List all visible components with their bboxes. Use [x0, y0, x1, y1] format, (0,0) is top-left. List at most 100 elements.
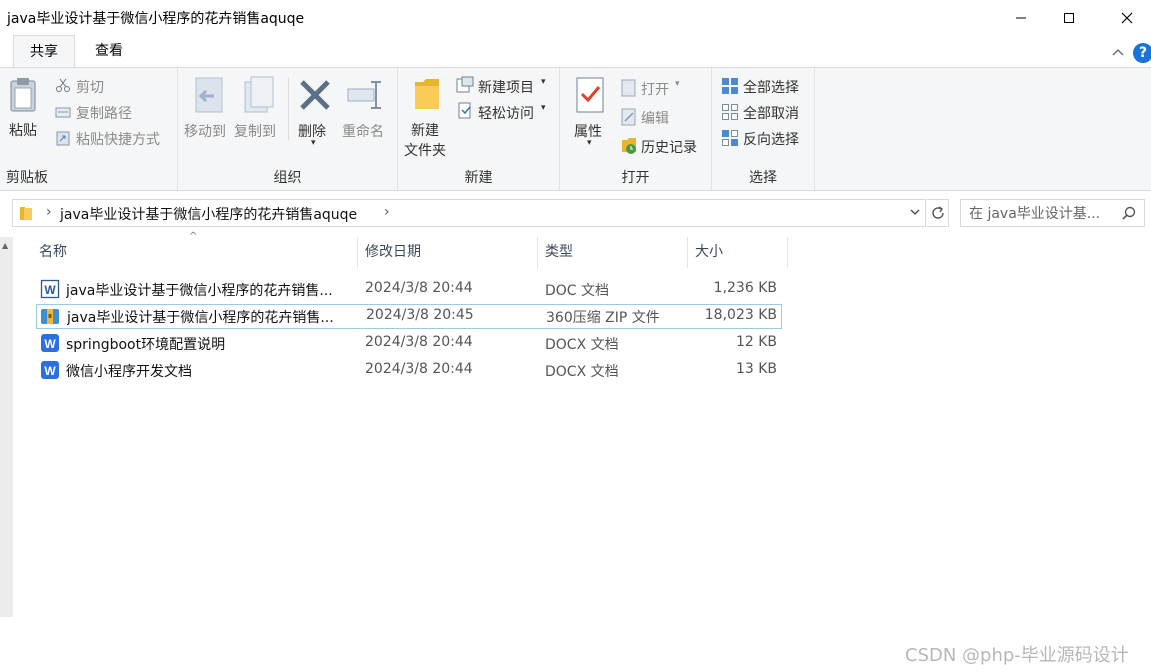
- paste-button[interactable]: 粘贴: [9, 120, 37, 140]
- navigation-pane-scrollbar[interactable]: ▲: [0, 237, 13, 617]
- close-button[interactable]: [1103, 0, 1151, 35]
- properties-icon: [576, 77, 604, 113]
- new-item-button[interactable]: 新建项目: [478, 77, 534, 97]
- file-size: 13 KB: [735, 361, 777, 377]
- search-box[interactable]: [960, 199, 1145, 227]
- clipboard-group-label: 剪贴板: [6, 170, 48, 186]
- invert-selection-button[interactable]: 反向选择: [743, 129, 799, 149]
- easy-access-icon: [458, 102, 471, 119]
- help-icon[interactable]: ?: [1133, 43, 1151, 63]
- wps-doc-icon: W: [41, 361, 59, 379]
- minimize-icon: [1016, 17, 1026, 18]
- open-icon: [621, 79, 636, 97]
- rename-button[interactable]: 重命名: [342, 121, 384, 141]
- address-bar[interactable]: › java毕业设计基于微信小程序的花卉销售aquqe ›: [12, 199, 926, 227]
- file-row[interactable]: W java毕业设计基于微信小程序的花卉销售... 2024/3/8 20:44…: [36, 277, 782, 302]
- search-icon[interactable]: [1121, 205, 1137, 221]
- svg-text:W: W: [44, 337, 56, 351]
- wps-doc-icon: W: [41, 334, 59, 352]
- close-icon: [1121, 12, 1133, 23]
- copy-to-icon: [244, 76, 274, 113]
- easy-access-button[interactable]: 轻松访问: [478, 103, 534, 123]
- file-name: java毕业设计基于微信小程序的花卉销售...: [66, 283, 333, 299]
- new-item-icon: [456, 76, 474, 93]
- file-name: springboot环境配置说明: [66, 337, 226, 353]
- zip-archive-icon: [41, 309, 59, 324]
- history-button[interactable]: 历史记录: [641, 137, 697, 157]
- copy-to-button[interactable]: 复制到: [234, 121, 276, 141]
- paste-icon: [10, 78, 36, 112]
- scroll-up-arrow-icon[interactable]: ▲: [2, 241, 8, 250]
- refresh-button[interactable]: [927, 199, 949, 227]
- move-to-button[interactable]: 移动到: [184, 121, 226, 141]
- svg-text:W: W: [44, 283, 56, 297]
- delete-dropdown-icon[interactable]: ▾: [311, 138, 316, 148]
- new-folder-label-2[interactable]: 文件夹: [404, 140, 446, 160]
- breadcrumb-folder[interactable]: java毕业设计基于微信小程序的花卉销售aquqe: [60, 204, 357, 224]
- window-title: java毕业设计基于微信小程序的花卉销售aquqe: [7, 11, 305, 27]
- maximize-icon: [1064, 12, 1074, 23]
- tab-view[interactable]: 查看: [79, 35, 139, 68]
- ribbon: 粘贴 剪切 复制路径 粘贴快捷方式 剪贴板 移动到 复制到 删除 ▾ 重命名 组…: [0, 67, 1151, 191]
- file-type: DOCX 文档: [545, 337, 619, 353]
- new-folder-label-1[interactable]: 新建: [411, 120, 439, 140]
- maximize-button[interactable]: [1045, 0, 1093, 35]
- file-row[interactable]: W springboot环境配置说明 2024/3/8 20:44 DOCX 文…: [36, 331, 782, 356]
- organize-group-label: 组织: [273, 170, 302, 186]
- rename-icon: [347, 81, 381, 109]
- properties-dropdown-icon[interactable]: ▾: [587, 138, 592, 148]
- refresh-icon: [931, 206, 944, 219]
- open-group: 属性 ▾ 打开 ▾ 编辑 历史记录 打开: [560, 68, 712, 190]
- select-group-label: 选择: [749, 170, 777, 186]
- file-date: 2024/3/8 20:44: [365, 280, 473, 296]
- paste-shortcut-button[interactable]: 粘贴快捷方式: [76, 129, 160, 149]
- select-all-icon: [722, 78, 738, 94]
- address-history-chevron-icon[interactable]: [909, 206, 921, 218]
- column-header-type[interactable]: 类型: [537, 237, 688, 268]
- copy-path-button[interactable]: 复制路径: [76, 103, 132, 123]
- word-doc-icon: W: [40, 279, 60, 299]
- file-date: 2024/3/8 20:44: [365, 361, 473, 377]
- watermark: CSDN @php-毕业源码设计: [905, 645, 1129, 666]
- new-group-label: 新建: [464, 170, 493, 186]
- column-header-date[interactable]: 修改日期: [357, 237, 538, 268]
- scissors-icon: [56, 78, 70, 92]
- file-size: 18,023 KB: [704, 307, 777, 323]
- file-size: 1,236 KB: [713, 280, 777, 296]
- breadcrumb-next-chevron-icon[interactable]: ›: [384, 204, 390, 220]
- cut-button[interactable]: 剪切: [76, 77, 104, 97]
- easy-access-dropdown-icon[interactable]: ▾: [541, 103, 546, 113]
- new-item-dropdown-icon[interactable]: ▾: [541, 77, 546, 87]
- new-folder-icon: [415, 79, 439, 109]
- column-header-size[interactable]: 大小: [687, 237, 788, 268]
- select-all-button[interactable]: 全部选择: [743, 77, 799, 97]
- file-date: 2024/3/8 20:44: [365, 334, 473, 350]
- edit-icon: [621, 108, 636, 126]
- paste-shortcut-icon: [56, 131, 70, 146]
- file-name: java毕业设计基于微信小程序的花卉销售...: [67, 310, 334, 326]
- tab-share[interactable]: 共享: [13, 35, 75, 69]
- edit-button[interactable]: 编辑: [641, 108, 669, 128]
- file-row[interactable]: W 微信小程序开发文档 2024/3/8 20:44 DOCX 文档 13 KB: [36, 358, 782, 383]
- history-icon: [622, 138, 636, 154]
- select-group: 全部选择 全部取消 反向选择 选择: [712, 68, 815, 190]
- file-date: 2024/3/8 20:45: [366, 307, 474, 323]
- minimize-button[interactable]: [997, 0, 1045, 35]
- file-type: DOC 文档: [545, 283, 610, 299]
- folder-icon: [20, 207, 32, 220]
- move-to-icon: [195, 77, 223, 113]
- search-input[interactable]: [969, 204, 1117, 223]
- column-header-name[interactable]: 名称: [31, 237, 358, 268]
- delete-icon: [300, 80, 330, 110]
- file-type: 360压缩 ZIP 文件: [546, 310, 660, 326]
- select-none-button[interactable]: 全部取消: [743, 103, 799, 123]
- select-none-icon: [722, 104, 738, 120]
- breadcrumb-chevron-icon[interactable]: ›: [46, 204, 52, 220]
- collapse-ribbon-icon[interactable]: [1110, 44, 1126, 60]
- open-dropdown-icon[interactable]: ▾: [675, 79, 680, 89]
- organize-group: 移动到 复制到 删除 ▾ 重命名 组织: [178, 68, 398, 190]
- file-row[interactable]: java毕业设计基于微信小程序的花卉销售... 2024/3/8 20:45 3…: [36, 304, 782, 329]
- file-type: DOCX 文档: [545, 364, 619, 380]
- open-button[interactable]: 打开: [641, 79, 669, 99]
- title-bar: java毕业设计基于微信小程序的花卉销售aquqe: [0, 0, 1151, 35]
